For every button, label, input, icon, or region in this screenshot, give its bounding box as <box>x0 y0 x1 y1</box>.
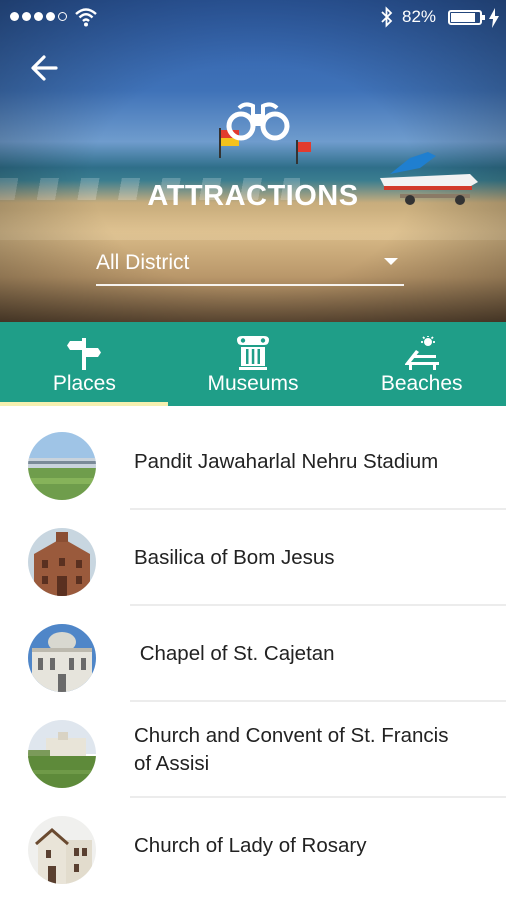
attractions-list: Pandit Jawaharlal Nehru Stadium Basilica… <box>0 414 506 894</box>
list-item-title: Pandit Jawaharlal Nehru Stadium <box>134 450 439 473</box>
district-dropdown-value: All District <box>96 251 190 274</box>
charging-bolt-icon <box>489 8 499 28</box>
list-item-title: Chapel of St. Cajetan <box>134 642 335 665</box>
flag-decoration <box>296 140 311 164</box>
signpost-icon <box>67 338 102 370</box>
sun-lounger-icon <box>404 336 439 370</box>
district-dropdown[interactable]: All District <box>96 244 404 286</box>
tab-places[interactable]: Places <box>0 322 169 406</box>
church-convent-thumbnail <box>28 720 96 788</box>
battery-icon <box>448 10 485 25</box>
dropdown-caret-icon <box>384 258 398 265</box>
header-banner: 82% ATTRACTIONS All District <box>0 0 506 322</box>
signal-strength-icon <box>10 12 67 21</box>
list-item[interactable]: Pandit Jawaharlal Nehru Stadium <box>0 414 506 510</box>
tab-places-label: Places <box>52 372 116 395</box>
selected-tab-indicator <box>0 402 168 406</box>
beach-sand <box>0 210 506 240</box>
list-item[interactable]: Church of Lady of Rosary <box>0 798 506 894</box>
column-icon <box>237 336 269 370</box>
rosary-church-thumbnail <box>28 816 96 884</box>
tab-museums-label: Museums <box>207 372 299 395</box>
back-arrow-icon[interactable] <box>26 50 66 86</box>
category-tabs: Places Museums Beaches <box>0 322 506 406</box>
page-title: ATTRACTIONS <box>147 180 359 212</box>
status-bar: 82% <box>0 0 506 36</box>
basilica-thumbnail <box>28 528 96 596</box>
list-item[interactable]: Church and Convent of St. Francis of Ass… <box>0 702 506 798</box>
chapel-thumbnail <box>28 624 96 692</box>
tab-beaches-label: Beaches <box>380 372 463 395</box>
tab-museums[interactable]: Museums <box>169 322 338 406</box>
stadium-thumbnail <box>28 432 96 500</box>
list-item[interactable]: Chapel of St. Cajetan <box>0 606 506 702</box>
wifi-icon <box>75 8 97 27</box>
bluetooth-icon <box>381 6 393 28</box>
list-item-title: Basilica of Bom Jesus <box>134 546 335 569</box>
list-item[interactable]: Basilica of Bom Jesus <box>0 510 506 606</box>
tab-beaches[interactable]: Beaches <box>337 322 506 406</box>
battery-percentage: 82% <box>402 7 437 26</box>
binoculars-icon <box>226 102 290 141</box>
list-item-title: Church of Lady of Rosary <box>134 834 367 857</box>
list-item-title: Church and Convent of St. Francis of Ass… <box>134 724 449 775</box>
